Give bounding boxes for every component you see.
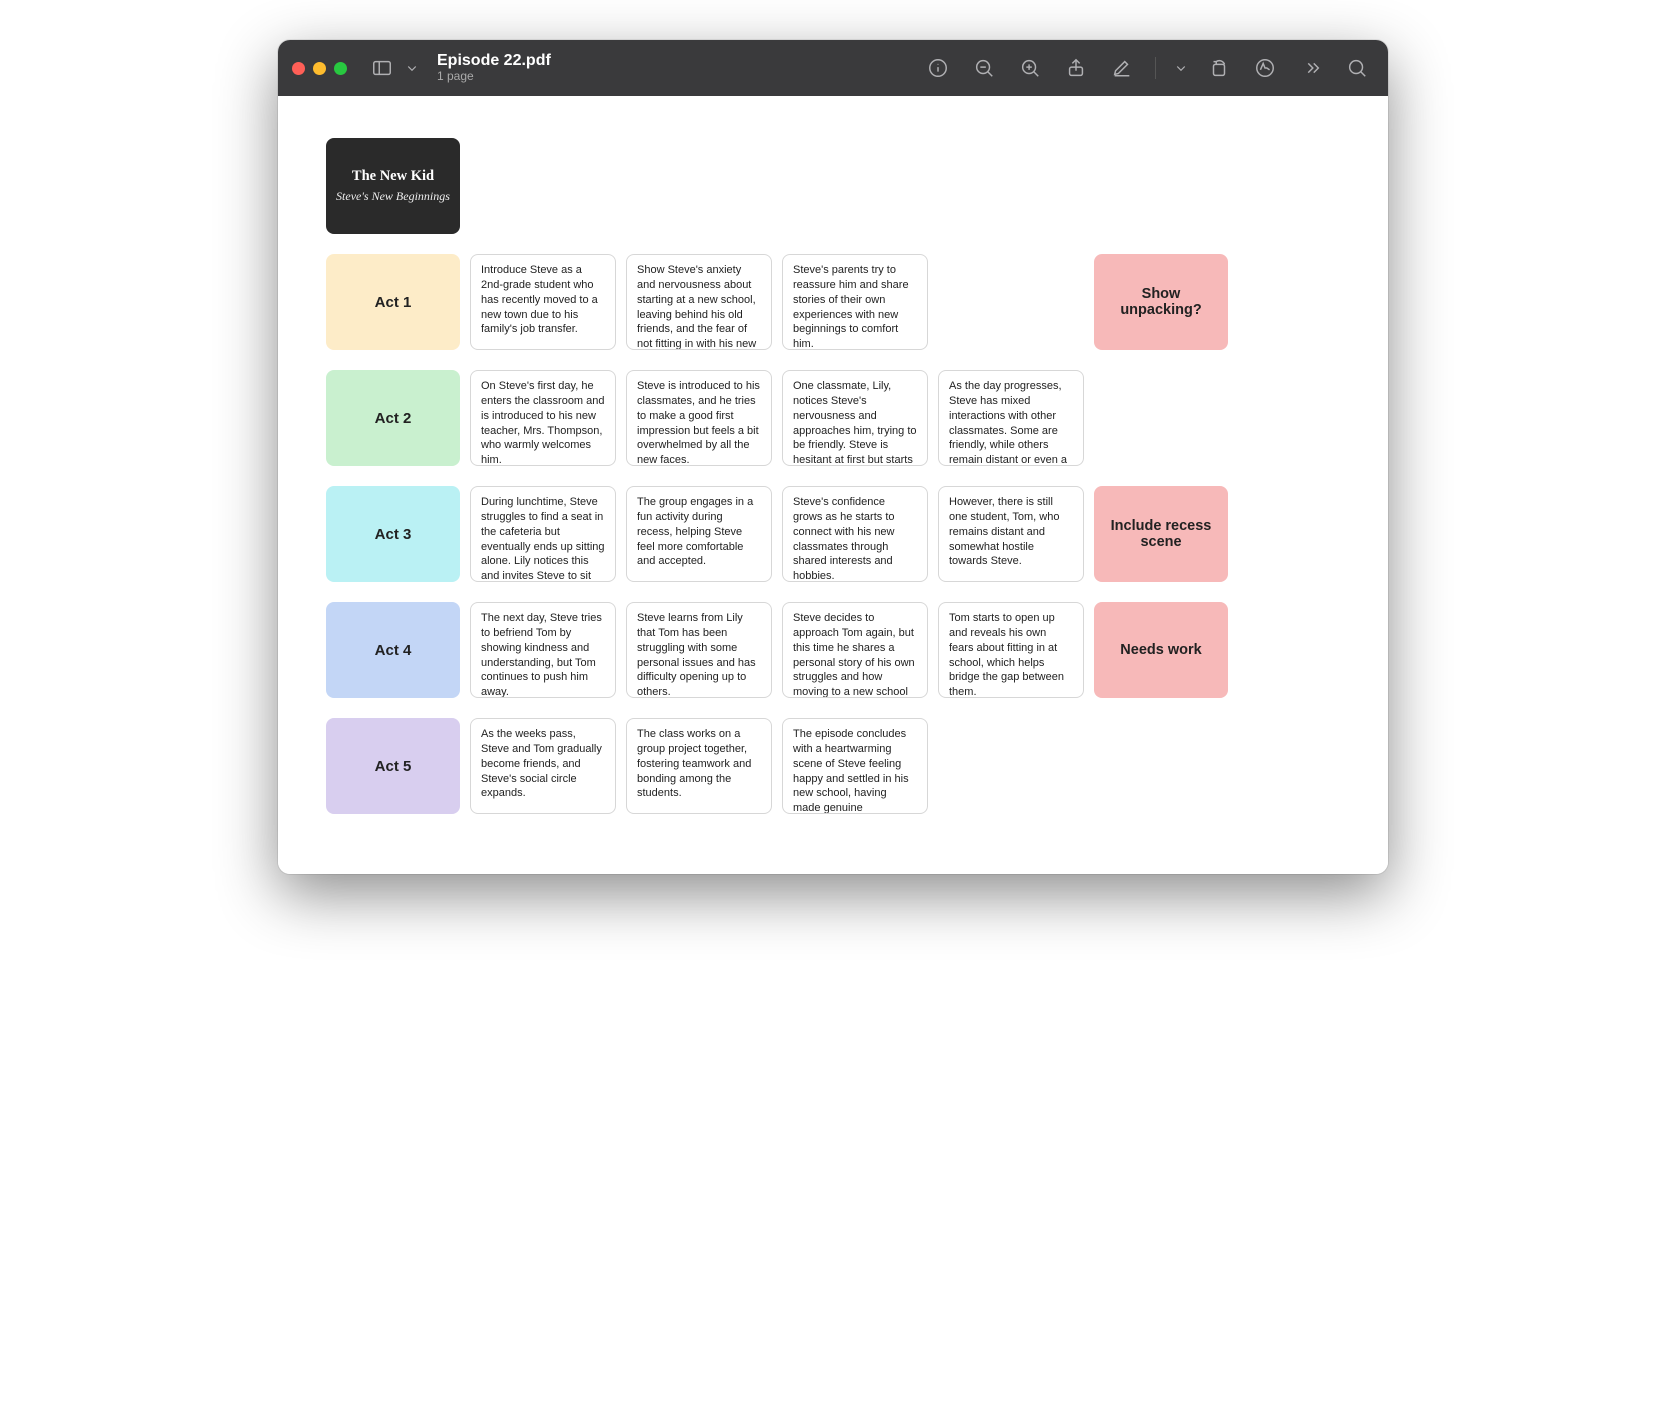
act-row: Act 3During lunchtime, Steve struggles t… [326, 486, 1340, 582]
beat-card: Tom starts to open up and reveals his ow… [938, 602, 1084, 698]
beat-card: Steve's parents try to reassure him and … [782, 254, 928, 350]
markup-menu-chevron-icon[interactable] [1172, 51, 1190, 85]
window-controls [292, 62, 347, 75]
act-row: Act 5As the weeks pass, Steve and Tom gr… [326, 718, 1340, 814]
beat-card: The next day, Steve tries to befriend To… [470, 602, 616, 698]
share-button[interactable] [1059, 51, 1093, 85]
act-label: Act 3 [326, 486, 460, 582]
beat-card: On Steve's first day, he enters the clas… [470, 370, 616, 466]
markup-button[interactable] [1105, 51, 1139, 85]
act-label: Act 1 [326, 254, 460, 350]
act-row: Act 4The next day, Steve tries to befrie… [326, 602, 1340, 698]
zoom-window-button[interactable] [334, 62, 347, 75]
minimize-window-button[interactable] [313, 62, 326, 75]
sidebar-menu-chevron-icon[interactable] [403, 51, 421, 85]
document-page: The New Kid Steve's New Beginnings Act 1… [278, 96, 1388, 874]
sidebar-toggle-button[interactable] [365, 51, 399, 85]
beat-card: The group engages in a fun activity duri… [626, 486, 772, 582]
flag-card: Include recess scene [1094, 486, 1228, 582]
close-window-button[interactable] [292, 62, 305, 75]
flag-card: Needs work [1094, 602, 1228, 698]
story-title: The New Kid [352, 168, 434, 185]
beat-card: One classmate, Lily, notices Steve's ner… [782, 370, 928, 466]
beat-card: Steve decides to approach Tom again, but… [782, 602, 928, 698]
document-subtitle: 1 page [437, 70, 551, 84]
story-title-card: The New Kid Steve's New Beginnings [326, 138, 460, 234]
act-label: Act 4 [326, 602, 460, 698]
search-button[interactable] [1340, 51, 1374, 85]
beat-card: The class works on a group project toget… [626, 718, 772, 814]
preview-window: Episode 22.pdf 1 page [278, 40, 1388, 874]
act-label: Act 5 [326, 718, 460, 814]
toolbar-separator [1155, 57, 1156, 79]
beat-card: Steve learns from Lily that Tom has been… [626, 602, 772, 698]
beat-card: During lunchtime, Steve struggles to fin… [470, 486, 616, 582]
info-button[interactable] [921, 51, 955, 85]
act-rows: Act 1Introduce Steve as a 2nd-grade stud… [326, 254, 1340, 814]
highlight-button[interactable] [1248, 51, 1282, 85]
act-row: Act 1Introduce Steve as a 2nd-grade stud… [326, 254, 1340, 350]
story-subtitle: Steve's New Beginnings [336, 189, 450, 204]
beat-card: Steve's confidence grows as he starts to… [782, 486, 928, 582]
beat-card: Steve is introduced to his classmates, a… [626, 370, 772, 466]
flag-card: Show unpacking? [1094, 254, 1228, 350]
beat-card: The episode concludes with a heartwarmin… [782, 718, 928, 814]
document-title-block: Episode 22.pdf 1 page [437, 52, 551, 84]
more-tools-button[interactable] [1294, 51, 1328, 85]
beat-card: Introduce Steve as a 2nd-grade student w… [470, 254, 616, 350]
zoom-in-button[interactable] [1013, 51, 1047, 85]
beat-card: Show Steve's anxiety and nervousness abo… [626, 254, 772, 350]
beat-card: However, there is still one student, Tom… [938, 486, 1084, 582]
beat-card: As the weeks pass, Steve and Tom gradual… [470, 718, 616, 814]
act-row: Act 2On Steve's first day, he enters the… [326, 370, 1340, 466]
document-filename: Episode 22.pdf [437, 52, 551, 70]
rotate-button[interactable] [1202, 51, 1236, 85]
beat-card: As the day progresses, Steve has mixed i… [938, 370, 1084, 466]
zoom-out-button[interactable] [967, 51, 1001, 85]
titlebar: Episode 22.pdf 1 page [278, 40, 1388, 96]
act-label: Act 2 [326, 370, 460, 466]
